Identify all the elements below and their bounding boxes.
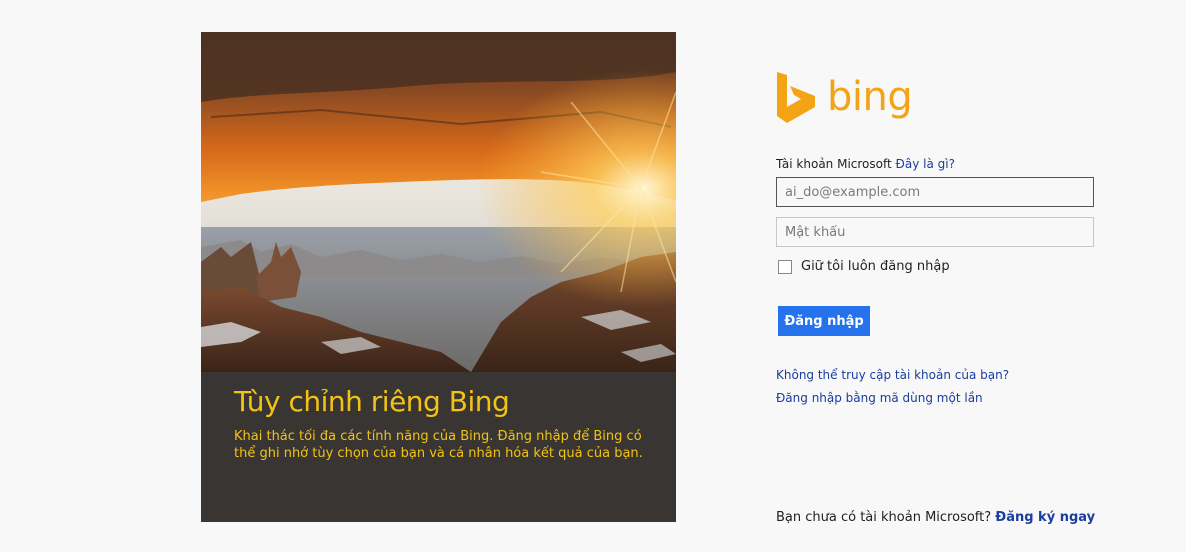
sign-in-button[interactable]: Đăng nhập (778, 306, 870, 336)
cant-access-account-link[interactable]: Không thể truy cập tài khoản của bạn? (776, 368, 1009, 382)
account-label-row: Tài khoản Microsoft Đây là gì? (776, 157, 955, 171)
bing-b-icon (777, 72, 815, 123)
signup-prompt: Bạn chưa có tài khoản Microsoft? (776, 510, 992, 525)
account-label: Tài khoản Microsoft (776, 157, 892, 171)
bing-logo: bing (775, 71, 913, 123)
one-time-code-link[interactable]: Đăng nhập bằng mã dùng một lần (776, 391, 983, 405)
promo-description: Khai thác tối đa các tính năng của Bing.… (234, 429, 643, 461)
hero-landscape-image (201, 32, 676, 372)
bing-logo-text: bing (827, 74, 913, 120)
signup-row: Bạn chưa có tài khoản Microsoft? Đăng ký… (776, 510, 1095, 525)
promo-title: Tùy chỉnh riêng Bing (234, 385, 510, 418)
password-input[interactable] (776, 217, 1094, 247)
promo-panel: Tùy chỉnh riêng Bing Khai thác tối đa cá… (201, 32, 676, 522)
remember-me-label: Giữ tôi luôn đăng nhập (801, 259, 950, 274)
remember-me-row[interactable]: Giữ tôi luôn đăng nhập (778, 259, 950, 274)
what-is-this-link[interactable]: Đây là gì? (896, 157, 955, 171)
email-input[interactable] (776, 177, 1094, 207)
signup-link[interactable]: Đăng ký ngay (995, 510, 1095, 525)
remember-me-checkbox[interactable] (778, 259, 792, 274)
